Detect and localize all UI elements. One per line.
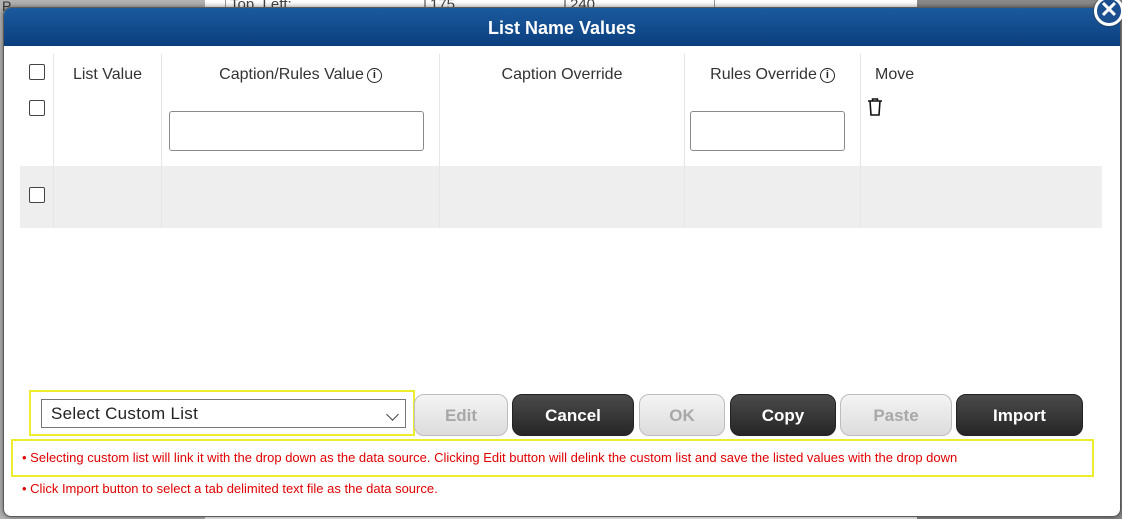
caption-rules-value-input[interactable] [169,110,424,151]
move-cell [861,95,1103,166]
rules-override-cell [684,95,861,166]
import-note: • Click Import button to select a tab de… [22,481,438,496]
caption-rules-cell [161,95,440,166]
custom-list-highlight: Select Custom List [29,390,415,436]
column-header-rules-override: Rules Override i [684,54,861,95]
info-icon[interactable]: i [366,67,382,83]
list-value-cell [53,95,162,166]
caption-rules-cell [161,166,440,228]
paste-button[interactable]: Paste [840,394,952,436]
close-icon[interactable]: ✕ [1094,0,1122,26]
cancel-button[interactable]: Cancel [512,394,634,436]
edit-button[interactable]: Edit [414,394,508,436]
select-all-cell [20,54,54,95]
move-cell [860,166,1102,228]
chevron-down-icon [386,408,399,421]
list-value-cell [53,166,162,228]
caption-override-cell [439,166,685,228]
import-button[interactable]: Import [956,394,1083,436]
select-all-checkbox[interactable] [28,64,45,80]
info-icon[interactable]: i [819,67,835,83]
column-header-caption-rules-label: Caption/Rules Value [219,65,364,83]
dialog-title: List Name Values [4,8,1120,46]
column-header-list-value: List Value [53,54,162,95]
column-header-move: Move [875,65,915,83]
custom-list-selected-value: Select Custom List [51,404,199,423]
row-checkbox-cell [20,166,54,228]
table-row [20,166,1102,228]
rules-override-cell [684,166,861,228]
copy-button[interactable]: Copy [730,394,836,436]
caption-override-cell [439,95,685,166]
column-header-caption-rules-value: Caption/Rules Value i [161,54,440,95]
column-header-rules-override-label: Rules Override [710,65,817,83]
trash-icon[interactable] [867,97,883,117]
rules-override-input[interactable] [690,110,845,151]
list-values-table: List Value Caption/Rules Value i Caption … [20,54,1102,228]
custom-list-select[interactable]: Select Custom List [41,399,406,428]
row-checkbox[interactable] [28,186,45,203]
list-name-values-dialog: List Name Values List Value Caption/Rule… [3,7,1121,517]
table-header-row: List Value Caption/Rules Value i Caption … [20,54,1102,95]
row-checkbox[interactable] [28,100,45,116]
table-row [20,95,1102,166]
custom-list-note: • Selecting custom list will link it wit… [11,439,1094,477]
ok-button[interactable]: OK [639,394,725,436]
column-header-caption-override: Caption Override [439,54,685,95]
row-checkbox-cell [20,95,54,166]
